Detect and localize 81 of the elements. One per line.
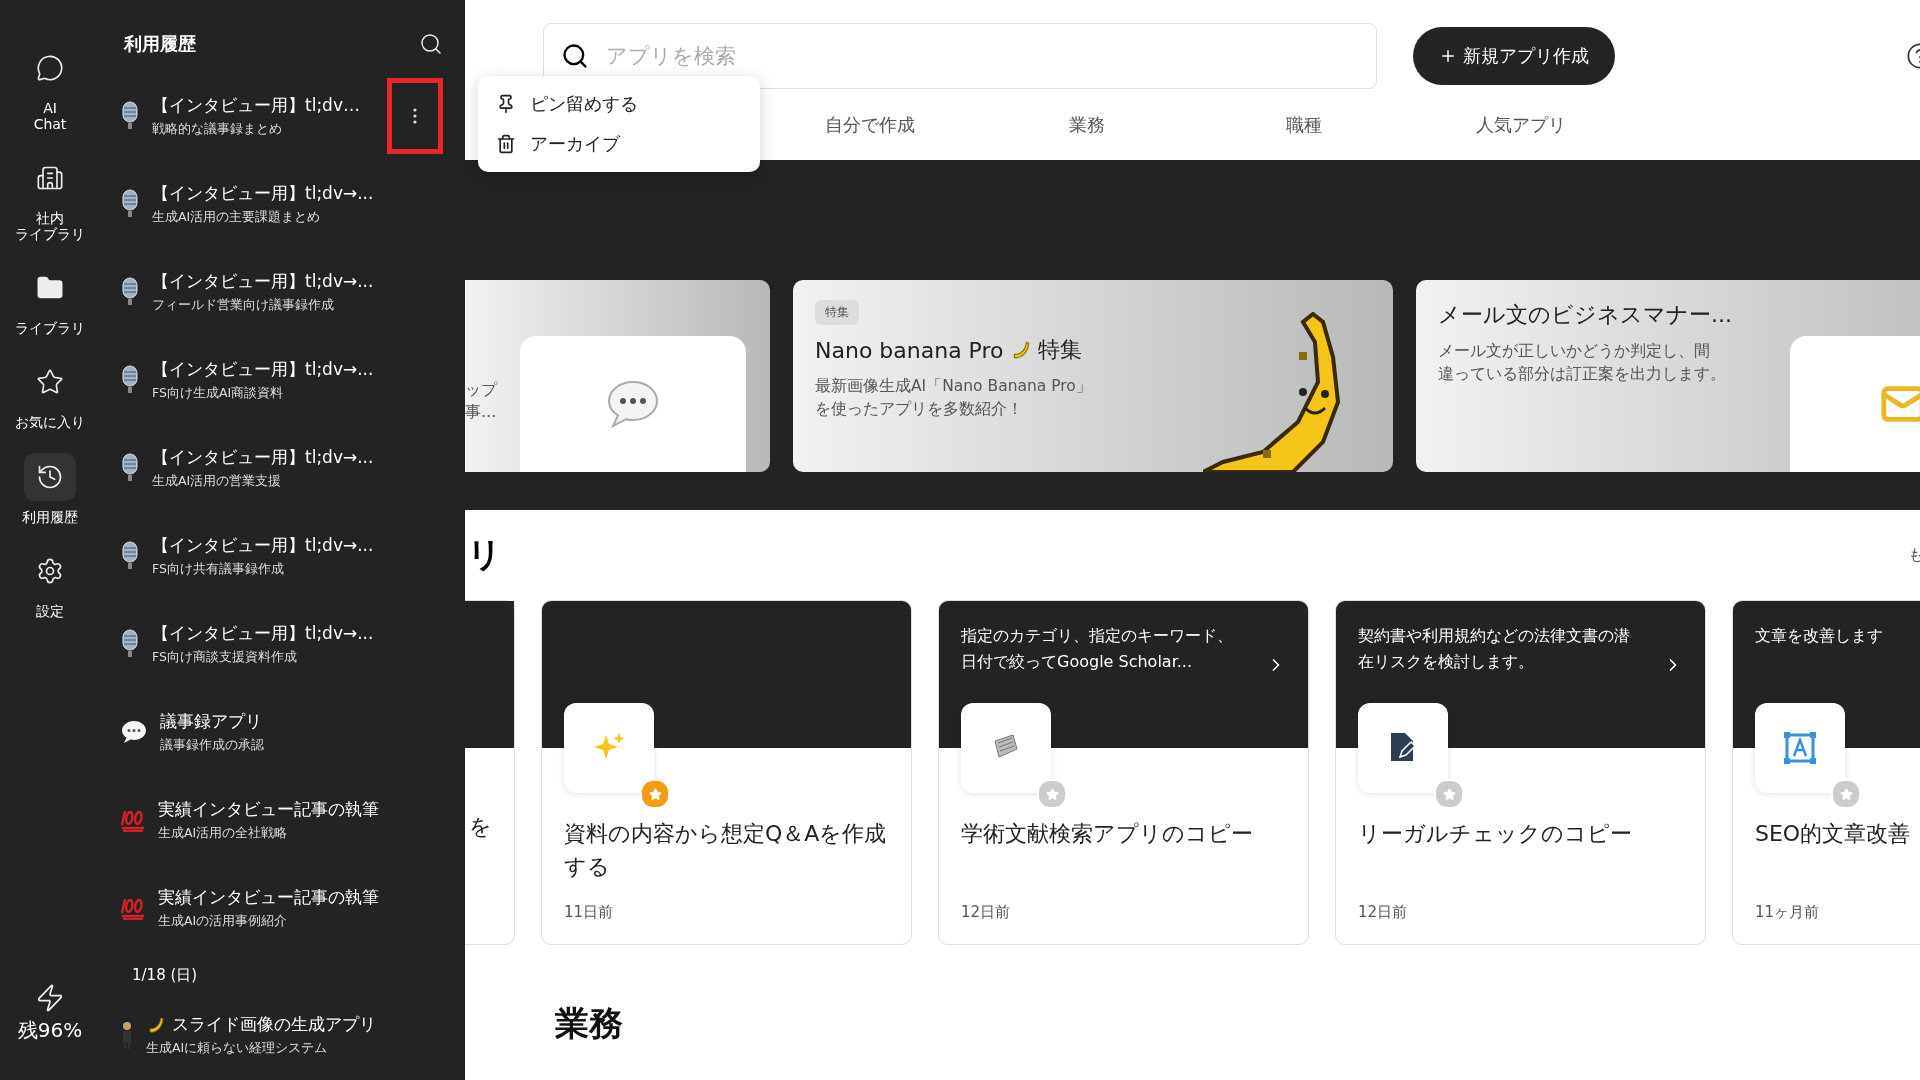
history-item[interactable]: スライド画像の生成アプリ 生成AIに頼らない経理システム xyxy=(100,991,443,1079)
banner-card[interactable]: ップ 事... xyxy=(465,280,770,472)
nav-label[interactable]: AI Chat xyxy=(33,100,67,133)
nav-label[interactable]: 利用履歴 xyxy=(22,508,78,525)
card-description: 文章を改善します xyxy=(1755,625,1884,647)
banner-title: Nano banana Pro xyxy=(815,337,1004,363)
history-item[interactable]: 実績インタビュー記事の執筆 生成AI活用の全社戦略 xyxy=(100,776,443,864)
nav-label[interactable]: ライブラリ xyxy=(15,320,85,337)
date-heading: 1/18 (日) xyxy=(132,966,199,985)
history-item[interactable]: 【インタビュー用】tl;dv→... フィールド営業向け議事録作成 xyxy=(100,248,443,336)
history-item[interactable]: 【インタビュー用】tl;dv→... FS向け生成AI商談資料 xyxy=(100,336,443,424)
history-subtitle: 生成AIの活用事例紹介 xyxy=(158,913,289,930)
banner-title: メール文のビジネスマナー... xyxy=(1438,301,1732,329)
banner-description: メール文が正しいかどうか判定し、間 xyxy=(1438,341,1711,362)
history-title: 【インタビュー用】tl;dv→... xyxy=(152,534,375,557)
card-date: 11ヶ月前 xyxy=(1755,903,1821,922)
history-item[interactable]: 【インタビュー用】tl;dv… 戦略的な議事録まとめ xyxy=(100,72,443,160)
new-app-button[interactable]: 新規アプリ作成 xyxy=(1413,27,1615,85)
nav-label[interactable]: お気に入り xyxy=(15,414,85,431)
search-field[interactable]: アプリを検索 xyxy=(543,23,1377,89)
app-card[interactable]: 資料の内容から想定Q＆Aを作成する 11日前 xyxy=(541,600,912,945)
history-item[interactable]: 議事録アプリ 議事録作成の承認 xyxy=(100,688,443,776)
history-subtitle: FS向け生成AI商談資料 xyxy=(152,385,285,402)
history-title: 【インタビュー用】tl;dv→... xyxy=(152,622,375,645)
card-date: 11日前 xyxy=(564,903,615,922)
card-description: 契約書や利用規約などの法律文書の潜在リスクを検討します。 xyxy=(1358,625,1631,673)
history-item[interactable]: 【インタビュー用】tl;dv→... 生成AI活用の主要課題まとめ xyxy=(100,160,443,248)
history-title: 実績インタビュー記事の執筆 xyxy=(158,798,380,821)
section-title: リ xyxy=(467,533,502,576)
history-item[interactable]: 【インタビュー用】tl;dv→... FS向け商談支援資料作成 xyxy=(100,600,443,688)
history-item[interactable]: 【インタビュー用】tl;dv→... FS向け共有議事録作成 xyxy=(100,512,443,600)
panel-title: 利用履歴 xyxy=(124,32,196,56)
app-card[interactable]: 文章を改善します SEO的文章改善 11ヶ月前 xyxy=(1732,600,1920,945)
history-title: スライド画像の生成アプリ xyxy=(146,1013,443,1036)
banner-text: ップ xyxy=(465,378,497,401)
history-subtitle: 戦略的な議事録まとめ xyxy=(152,121,283,138)
category-tab[interactable]: 人気アプリ xyxy=(1412,112,1629,138)
menu-item[interactable]: アーカイブ xyxy=(478,124,760,164)
history-subtitle: 生成AIに頼らない経理システム xyxy=(146,1040,329,1057)
history-subtitle: FS向け共有議事録作成 xyxy=(152,561,285,578)
banner-description: 違っている部分は訂正案を出力します。 xyxy=(1438,364,1727,386)
category-tab[interactable]: 自分で作成 xyxy=(761,112,978,138)
banner-card[interactable]: メール文のビジネスマナー... メール文が正しいかどうか判定し、間 違っている部分は訂正案を出力します。 xyxy=(1416,280,1920,472)
nav-label[interactable]: 社内 ライブラリ xyxy=(15,210,85,243)
banner-card[interactable]: 特集 Nano banana Pro 特集 最新画像生成AI「Nano Banana Pro」 を使ったアプリを多数紹介！ xyxy=(793,280,1393,472)
card-title: SEO的文章改善 xyxy=(1755,820,1912,848)
app-card[interactable]: 契約書や利用規約などの法律文書の潜在リスクを検討します。 リーガルチェックのコピー 12日前 xyxy=(1335,600,1706,945)
usage-remaining: 残96% xyxy=(17,1017,83,1044)
card-date: 12日前 xyxy=(1358,903,1409,922)
card-title: リーガルチェックのコピー xyxy=(1358,820,1633,848)
history-subtitle: FS向け商談支援資料作成 xyxy=(152,649,298,666)
history-title: 議事録アプリ xyxy=(160,710,263,733)
nav-label[interactable]: 設定 xyxy=(36,602,64,619)
history-item[interactable]: 実績インタビュー記事の執筆 生成AIの活用事例紹介 xyxy=(100,864,443,952)
category-tab[interactable]: 業務 xyxy=(978,112,1195,138)
history-item[interactable]: 【インタビュー用】tl;dv→... 生成AI活用の営業支援 xyxy=(100,424,443,512)
card-description: 指定のカテゴリ、指定のキーワード、日付で絞ってGoogle Scholar... xyxy=(961,625,1234,673)
category-tab[interactable]: 職種 xyxy=(1195,112,1412,138)
history-title: 実績インタビュー記事の執筆 xyxy=(158,886,380,909)
section-title: 業務 xyxy=(555,1002,624,1045)
banner-description: 最新画像生成AI「Nano Banana Pro」 xyxy=(815,376,1092,397)
app-card[interactable]: 指定のカテゴリ、指定のキーワード、日付で絞ってGoogle Scholar... 学術文献検索アプリのコピー 12日前 xyxy=(938,600,1309,945)
app-card[interactable]: を xyxy=(465,600,515,945)
card-title: を xyxy=(469,813,493,841)
banner-text: 事... xyxy=(465,401,497,423)
history-subtitle: 議事録作成の承認 xyxy=(160,737,265,754)
history-subtitle: 生成AI活用の営業支援 xyxy=(152,473,283,490)
banner-description: を使ったアプリを多数紹介！ xyxy=(815,399,1024,421)
history-title: 【インタビュー用】tl;dv→... xyxy=(152,182,375,205)
history-title: 【インタビュー用】tl;dv→... xyxy=(152,270,375,293)
card-title: 学術文献検索アプリのコピー xyxy=(961,820,1254,848)
history-subtitle: 生成AI活用の全社戦略 xyxy=(158,825,289,842)
history-title: 【インタビュー用】tl;dv… xyxy=(152,94,361,117)
tag: 特集 xyxy=(815,300,859,325)
history-subtitle: フィールド営業向け議事録作成 xyxy=(152,297,335,314)
history-subtitle: 生成AI活用の主要課題まとめ xyxy=(152,209,322,226)
card-date: 12日前 xyxy=(961,903,1012,922)
history-title: 【インタビュー用】tl;dv→... xyxy=(152,358,375,381)
history-title: 【インタビュー用】tl;dv→... xyxy=(152,446,375,469)
card-title: 資料の内容から想定Q＆Aを作成する xyxy=(564,820,888,881)
banner-title: 特集 xyxy=(1037,336,1082,364)
